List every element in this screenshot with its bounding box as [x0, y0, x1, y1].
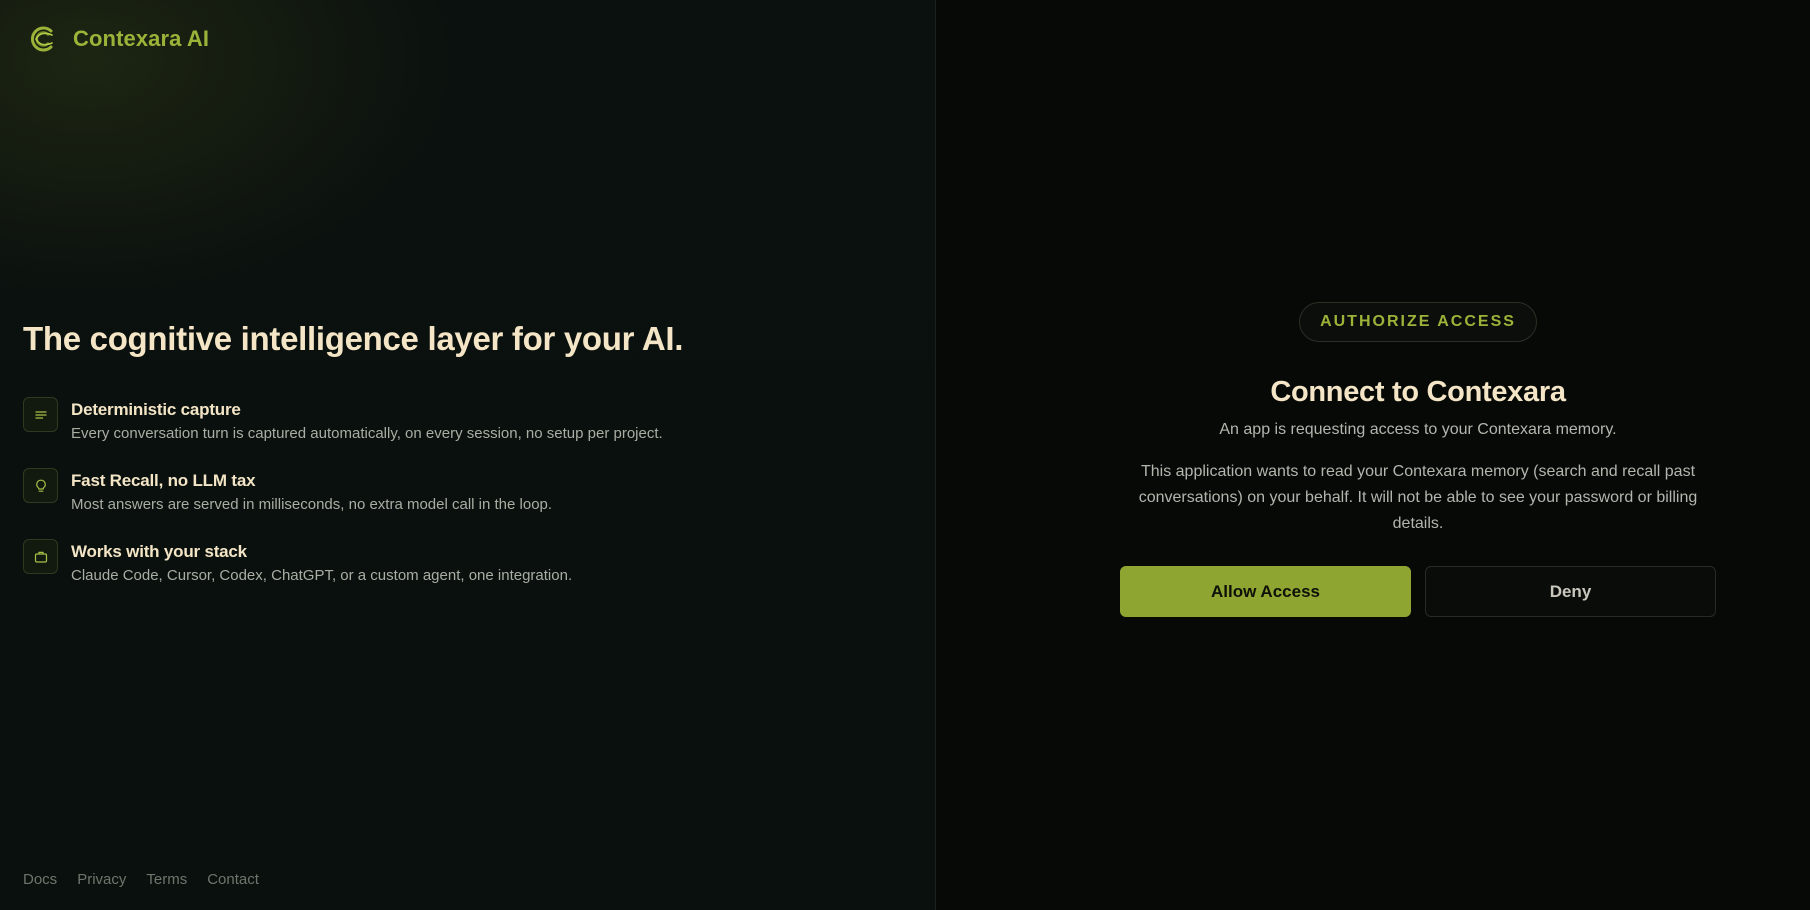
feature-description: Claude Code, Cursor, Codex, ChatGPT, or … [71, 567, 573, 584]
authorize-description: This application wants to read your Cont… [1138, 463, 1698, 532]
footer-link-contact[interactable]: Contact [207, 871, 259, 888]
feature-title: Deterministic capture [71, 400, 241, 419]
authorize-actions: Allow Access Deny [1120, 566, 1716, 617]
contexara-logo-icon [31, 26, 53, 52]
authorize-title: Connect to Contexara [1270, 376, 1566, 408]
feature-description: Every conversation turn is captured auto… [71, 425, 663, 442]
authorization-panel: AUTHORIZE ACCESS Connect to Contexara An… [936, 0, 1810, 910]
feature-title: Fast Recall, no LLM tax [71, 471, 256, 490]
footer-link-docs[interactable]: Docs [23, 871, 57, 888]
brand[interactable]: Contexara AI [27, 24, 209, 54]
deny-button[interactable]: Deny [1425, 566, 1716, 617]
authorize-card: AUTHORIZE ACCESS Connect to Contexara An… [1120, 302, 1716, 617]
authorize-subtitle: An app is requesting access to your Cont… [1219, 421, 1617, 438]
footer-link-terms[interactable]: Terms [146, 871, 187, 888]
footer-link-privacy[interactable]: Privacy [77, 871, 126, 888]
hero-headline: The cognitive intelligence layer for you… [23, 320, 684, 357]
feature-item: Fast Recall, no LLM tax Most answers are… [23, 468, 663, 516]
feature-item: Deterministic capture Every conversation… [23, 397, 663, 445]
feature-list: Deterministic capture Every conversation… [23, 397, 663, 610]
page: Contexara AI The cognitive intelligence … [0, 0, 1810, 910]
marketing-panel: Contexara AI The cognitive intelligence … [0, 0, 936, 910]
allow-access-button[interactable]: Allow Access [1120, 566, 1411, 617]
feature-description: Most answers are served in milliseconds,… [71, 496, 553, 513]
authorize-badge: AUTHORIZE ACCESS [1299, 302, 1537, 342]
lightbulb-icon [23, 468, 58, 503]
brand-name: Contexara AI [73, 26, 210, 51]
briefcase-icon [23, 539, 58, 574]
feature-item: Works with your stack Claude Code, Curso… [23, 539, 663, 587]
footer-nav: Docs Privacy Terms Contact [23, 871, 259, 888]
feature-title: Works with your stack [71, 542, 247, 561]
lines-icon [23, 397, 58, 432]
